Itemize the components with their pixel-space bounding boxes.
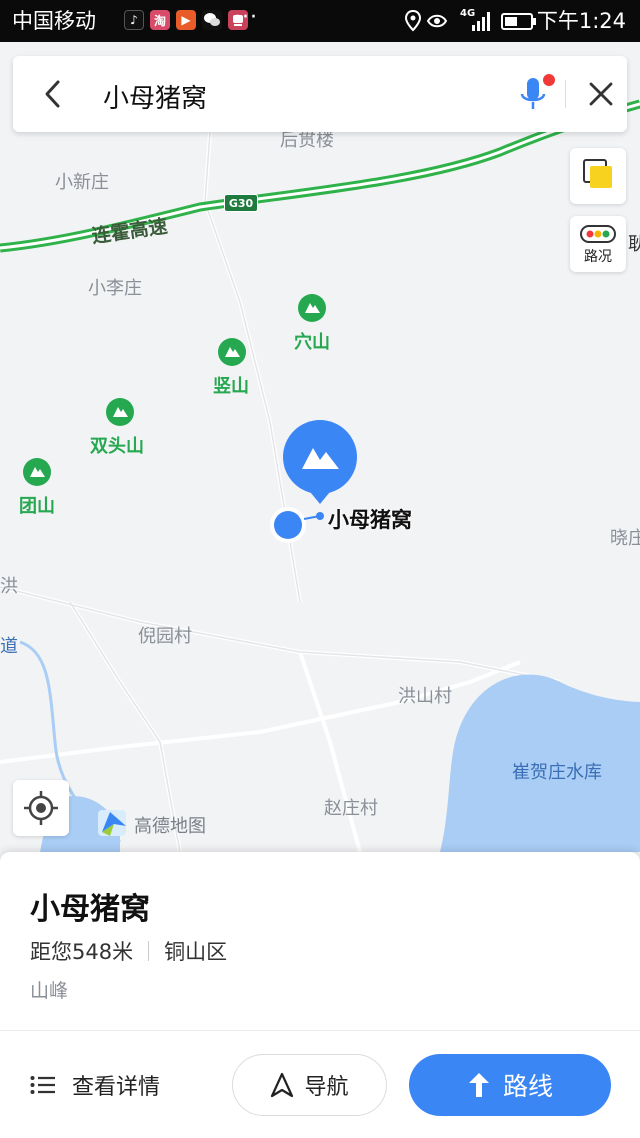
system-icons: 4G <box>404 9 538 33</box>
tiktok-icon: ♪ <box>124 10 144 30</box>
poi-label[interactable]: 穴山 <box>294 328 330 354</box>
map-label-village: 赵庄村 <box>324 798 378 819</box>
reservoir-label: 崔贺庄水库 <box>512 762 602 783</box>
close-icon <box>589 82 613 106</box>
voice-search-button[interactable] <box>509 74 559 114</box>
search-bar: 小母猪窝 <box>13 56 627 132</box>
video-app-icon: ▶ <box>176 10 196 30</box>
amap-logo-text: 高德地图 <box>134 816 206 837</box>
route-arrow-icon <box>468 1073 489 1097</box>
divider <box>565 80 566 108</box>
view-details-button[interactable]: 查看详情 <box>30 1054 160 1116</box>
navigate-label: 导航 <box>304 1075 349 1100</box>
route-label: 路线 <box>502 1072 553 1101</box>
view-details-label: 查看详情 <box>72 1075 161 1100</box>
notification-icons: ♪ 淘 ▶ <box>124 10 248 30</box>
poi-marker-icons <box>23 294 326 486</box>
target-pin-icon <box>283 420 357 504</box>
poi-label[interactable]: 竖山 <box>213 372 249 398</box>
close-button[interactable] <box>581 74 621 114</box>
place-distance: 距您548米 <box>30 940 134 964</box>
map-label-village: 倪园村 <box>138 626 192 647</box>
navigation-arrow-icon <box>271 1072 294 1098</box>
app-notification-icon: 淘 <box>150 10 170 30</box>
carrier-name: 中国移动 <box>12 9 96 33</box>
crosshair-icon <box>24 791 58 825</box>
map-label-road: 道 <box>0 636 18 657</box>
chevron-left-icon <box>45 80 60 108</box>
map-label-village: 洪山村 <box>398 686 452 707</box>
map-layers-button[interactable] <box>570 148 626 204</box>
network-type: 4G <box>460 8 476 19</box>
locate-me-button[interactable] <box>13 780 69 836</box>
layers-icon <box>583 159 612 188</box>
clock: 下午1:24 <box>536 9 626 33</box>
user-location-dot <box>274 511 302 539</box>
poi-label[interactable]: 双头山 <box>90 432 144 458</box>
traffic-light-icon <box>580 225 616 243</box>
amap-logo: 高德地图 <box>96 806 206 840</box>
place-meta: 距您548米 铜山区 <box>30 936 227 966</box>
map-label-village: 耿 <box>628 234 640 255</box>
divider <box>0 1030 640 1031</box>
map-label-village: 小新庄 <box>55 172 109 193</box>
place-info-panel: 小母猪窝 距您548米 铜山区 山峰 查看详情 导航 路线 <box>0 852 640 1138</box>
back-button[interactable] <box>33 74 73 114</box>
target-dot <box>316 512 324 520</box>
map-label-village: 洪 <box>0 576 18 597</box>
route-button[interactable]: 路线 <box>409 1054 611 1116</box>
wechat-icon <box>202 10 222 30</box>
traffic-button[interactable]: 路况 <box>570 216 626 272</box>
search-input[interactable]: 小母猪窝 <box>103 78 207 115</box>
more-notifications-icon: ··· <box>234 5 258 30</box>
map-label-village: 晓庄 <box>610 528 640 549</box>
navigate-button[interactable]: 导航 <box>232 1054 387 1116</box>
map-label-village: 小李庄 <box>88 278 142 299</box>
place-district: 铜山区 <box>164 940 228 964</box>
map-view[interactable]: 后贯楼 小新庄 小李庄 倪园村 洪山村 赵庄村 晓庄 洪 道 耿 连霍高速 G3… <box>0 42 640 852</box>
place-category: 山峰 <box>30 980 69 1002</box>
traffic-label: 路况 <box>584 249 612 265</box>
list-icon <box>30 1076 55 1094</box>
microphone-icon <box>520 74 555 109</box>
target-label[interactable]: 小母猪窝 <box>328 504 412 534</box>
amap-logo-icon <box>98 810 126 836</box>
poi-label[interactable]: 团山 <box>19 492 55 518</box>
divider <box>148 941 150 961</box>
highway-shield: G30 <box>224 194 258 212</box>
status-bar: 中国移动 ♪ 淘 ▶ ··· 4G 下午1:24 <box>0 0 640 42</box>
place-title: 小母猪窝 <box>30 892 150 927</box>
